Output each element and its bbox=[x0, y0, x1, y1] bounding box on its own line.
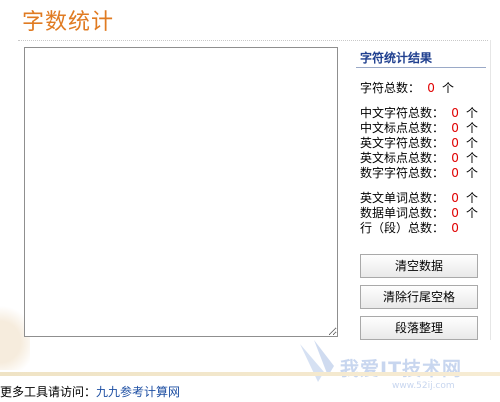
stat-label: 字符总数： bbox=[360, 81, 421, 95]
watermark-text: 我爱IT技术网 bbox=[340, 358, 463, 380]
footer: 更多工具请访问：九九参考计算网 bbox=[0, 383, 180, 400]
stat-label: 中文标点总数： bbox=[360, 121, 445, 135]
stat-en-punct: 英文标点总数： 0 个 bbox=[360, 151, 478, 165]
stat-en-words: 英文单词总数： 0 个 bbox=[360, 191, 478, 205]
stat-en-chars: 英文字符总数： 0 个 bbox=[360, 136, 478, 150]
stat-lines: 行（段）总数： 0 bbox=[360, 221, 466, 235]
right-border bbox=[490, 40, 491, 340]
stat-unit: 个 bbox=[466, 166, 479, 180]
stat-total: 字符总数： 0 个 bbox=[360, 81, 454, 95]
title-divider bbox=[18, 40, 488, 41]
stat-unit: 个 bbox=[466, 121, 479, 135]
stat-cn-punct: 中文标点总数： 0 个 bbox=[360, 121, 478, 135]
stat-unit: 个 bbox=[466, 106, 479, 120]
stat-unit: 个 bbox=[466, 206, 479, 220]
stat-unit: 个 bbox=[466, 151, 479, 165]
stat-value: 0 bbox=[427, 81, 435, 95]
stat-value: 0 bbox=[451, 191, 459, 205]
stats-panel-divider bbox=[356, 67, 486, 68]
stat-label: 英文字符总数： bbox=[360, 136, 445, 150]
stat-num-words: 数据单词总数： 0 个 bbox=[360, 206, 478, 220]
trim-trailing-spaces-button[interactable]: 清除行尾空格 bbox=[360, 285, 478, 309]
stat-label: 数字字符总数： bbox=[360, 166, 445, 180]
stat-digit-chars: 数字字符总数： 0 个 bbox=[360, 166, 478, 180]
stat-unit: 个 bbox=[442, 81, 455, 95]
stat-value: 0 bbox=[451, 121, 459, 135]
stat-label: 行（段）总数： bbox=[360, 221, 445, 235]
stat-value: 0 bbox=[451, 136, 459, 150]
clear-data-button[interactable]: 清空数据 bbox=[360, 254, 478, 278]
stat-label: 中文字符总数： bbox=[360, 106, 445, 120]
stat-value: 0 bbox=[451, 206, 459, 220]
text-input-area[interactable] bbox=[24, 47, 338, 337]
stat-value: 0 bbox=[451, 166, 459, 180]
stat-value: 0 bbox=[451, 106, 459, 120]
stat-unit: 个 bbox=[466, 191, 479, 205]
watermark: 我爱IT技术网 www.52ij.com bbox=[296, 336, 496, 396]
stat-label: 数据单词总数： bbox=[360, 206, 445, 220]
footer-prefix: 更多工具请访问： bbox=[0, 385, 97, 399]
page-title: 字数统计 bbox=[22, 10, 115, 35]
stat-cn-chars: 中文字符总数： 0 个 bbox=[360, 106, 478, 120]
watermark-url: www.52ij.com bbox=[392, 381, 455, 391]
stat-value: 0 bbox=[451, 151, 459, 165]
footer-link[interactable]: 九九参考计算网 bbox=[96, 385, 180, 399]
stats-panel-title: 字符统计结果 bbox=[360, 51, 433, 65]
stat-unit: 个 bbox=[466, 136, 479, 150]
footer-divider bbox=[0, 372, 500, 376]
stat-label: 英文单词总数： bbox=[360, 191, 445, 205]
stat-label: 英文标点总数： bbox=[360, 151, 445, 165]
stat-value: 0 bbox=[451, 221, 459, 235]
